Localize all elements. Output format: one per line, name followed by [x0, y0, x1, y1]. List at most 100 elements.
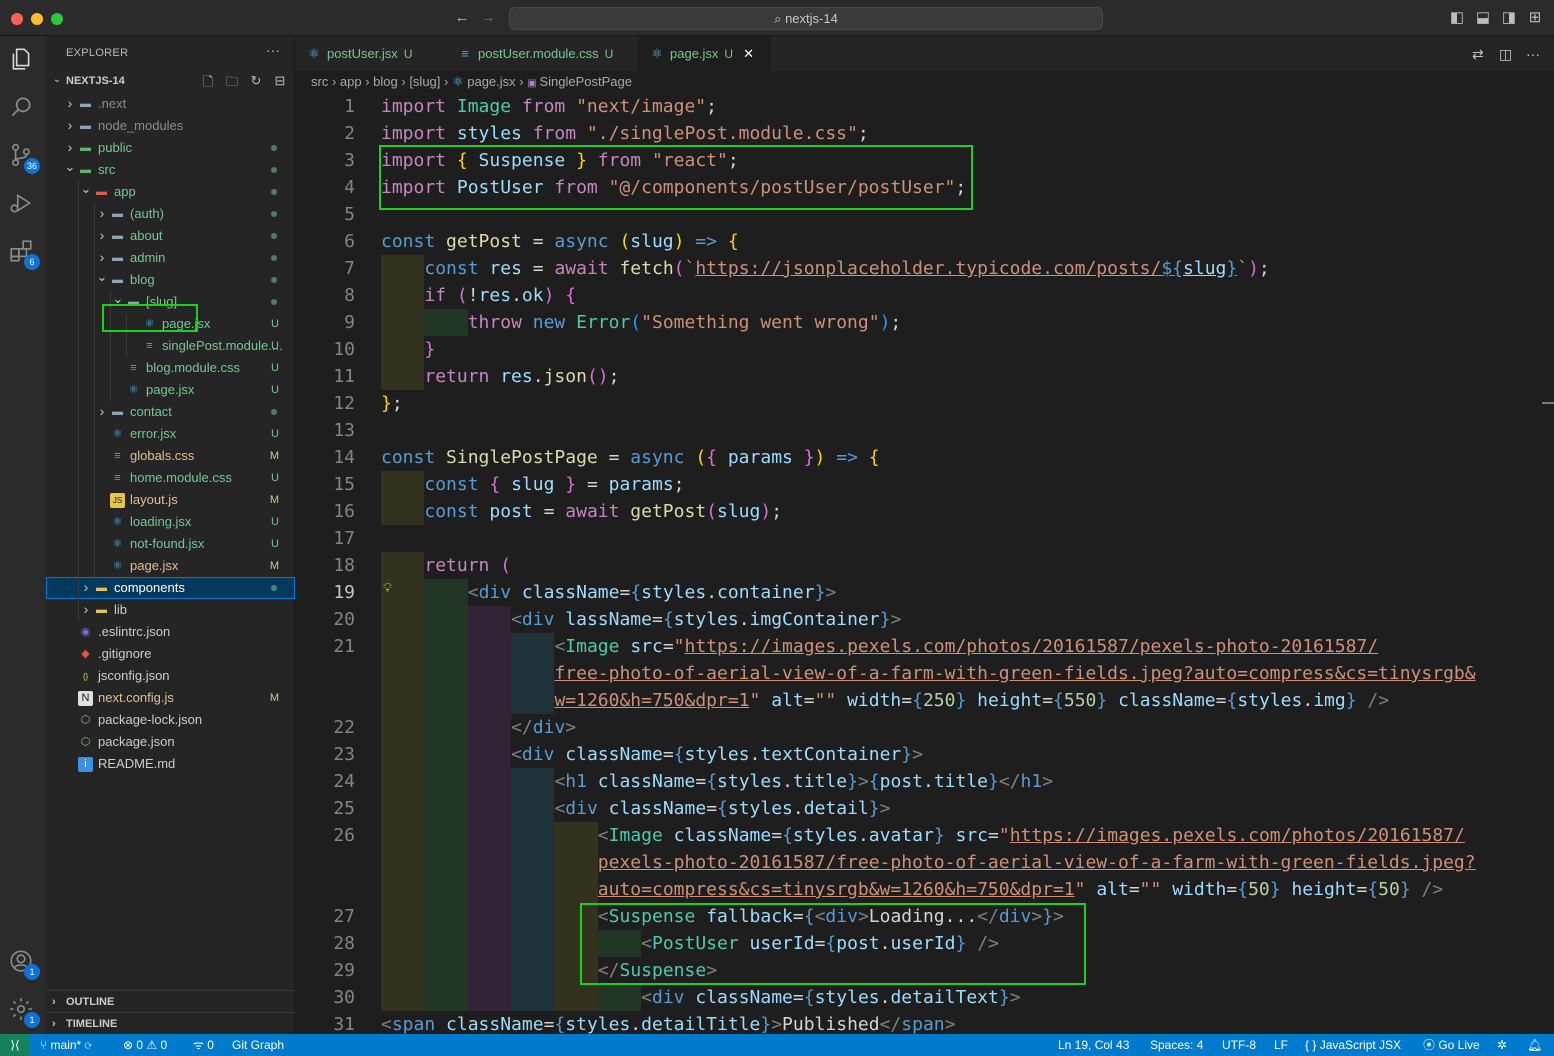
breadcrumb-item[interactable]: app — [340, 74, 362, 89]
indentation[interactable]: Spaces: 4 — [1150, 1034, 1203, 1056]
code-text[interactable]: <h1 className={styles.title}>{post.title… — [554, 768, 1053, 795]
code-text[interactable]: return ( — [424, 552, 511, 579]
editor-tab[interactable]: ⚛ postUser.jsx U — [295, 36, 446, 71]
editor-tab[interactable]: ⚛ page.jsx U ✕ — [638, 36, 771, 71]
close-icon[interactable]: ✕ — [743, 46, 754, 61]
language-mode[interactable]: { } JavaScript JSX — [1305, 1034, 1401, 1056]
code-text[interactable]: <div lassName={styles.imgContainer}> — [511, 606, 901, 633]
branch-indicator[interactable]: ⑂ main* ⟳ — [40, 1034, 92, 1056]
outline-section[interactable]: › OUTLINE — [46, 990, 295, 1012]
code-text[interactable]: <div className={styles.detail}> — [554, 795, 890, 822]
explorer-icon[interactable] — [8, 46, 38, 76]
source-control-icon[interactable]: 36 — [8, 142, 40, 174]
maximize-window-button[interactable] — [51, 13, 63, 25]
code-text[interactable]: const getPost = async (slug) => { — [381, 228, 739, 255]
breadcrumb-item[interactable]: blog — [373, 74, 398, 89]
new-file-icon[interactable]: 🗋 — [199, 73, 217, 89]
tree-item[interactable]: ⚛ page.jsx U — [46, 304, 295, 335]
tree-item[interactable]: i README.md — [46, 753, 295, 775]
lightbulb-icon[interactable]: 💡︎ — [383, 575, 392, 602]
tree-item[interactable]: ≡ home.module.css U — [46, 467, 295, 489]
end-of-line[interactable]: LF — [1274, 1034, 1288, 1056]
tree-item[interactable]: ⚛ not-found.jsx U — [46, 533, 295, 555]
code-text[interactable]: <Image className={styles.avatar} src="ht… — [598, 822, 1465, 849]
problems-indicator[interactable]: ⊗ 0 ⚠ 0 — [123, 1034, 167, 1056]
tree-item[interactable]: ⚛ loading.jsx U — [46, 511, 295, 533]
code-text[interactable]: <span className={styles.detailTitle}>Pub… — [381, 1011, 955, 1034]
code-text[interactable]: }; — [381, 390, 403, 417]
tree-item[interactable]: ⚛ page.jsx M — [46, 555, 295, 577]
split-editor-icon[interactable]: ◫ — [1499, 46, 1512, 63]
code-text[interactable]: </div> — [511, 714, 576, 741]
tree-item[interactable]: ⬡ package.json — [46, 731, 295, 753]
code-text[interactable]: import styles from "./singlePost.module.… — [381, 120, 869, 147]
code-text[interactable]: <div className={styles.container}> — [468, 579, 837, 606]
collapse-all-icon[interactable]: ⊟ — [271, 73, 289, 89]
code-text[interactable]: <div className={styles.detailText}> — [641, 984, 1020, 1011]
code-text[interactable]: const res = await fetch(`https://jsonpla… — [424, 255, 1269, 282]
close-window-button[interactable] — [11, 13, 23, 25]
breadcrumb-item[interactable]: page.jsx — [467, 74, 515, 89]
refresh-icon[interactable]: ↻ — [247, 73, 265, 89]
tree-item[interactable]: ⌄ ▬ app — [46, 181, 295, 203]
encoding[interactable]: UTF-8 — [1222, 1034, 1256, 1056]
ports-indicator[interactable]: ᯤ 0 — [193, 1034, 214, 1056]
forward-arrow-icon[interactable]: → — [478, 8, 498, 28]
compare-changes-icon[interactable]: ⇄ — [1472, 46, 1484, 63]
minimize-window-button[interactable] — [31, 13, 43, 25]
tree-item[interactable]: › ▬ lib — [46, 599, 295, 621]
code-text[interactable]: w=1260&h=750&dpr=1" alt="" width={250} h… — [554, 687, 1389, 714]
tree-item[interactable]: ≡ globals.css M — [46, 445, 295, 467]
code-text[interactable]: <div className={styles.textContainer}> — [511, 741, 923, 768]
tree-item[interactable]: › ▬ contact — [46, 401, 295, 423]
tree-item[interactable]: › ▬ .next — [46, 93, 295, 115]
breadcrumb-item[interactable]: [slug] — [409, 74, 440, 89]
tree-item[interactable]: JS layout.js M — [46, 489, 295, 511]
tree-item[interactable]: ⌄ ▬ src — [46, 159, 295, 181]
tree-item[interactable]: Nnext.config.js M — [46, 687, 295, 709]
editor-tab[interactable]: ≡ postUser.module.css U — [446, 36, 638, 71]
code-text[interactable]: throw new Error("Something went wrong"); — [468, 309, 902, 336]
code-text[interactable]: free-photo-of-aerial-view-of-a-farm-with… — [554, 660, 1475, 687]
go-live-button[interactable]: ⦿ Go Live — [1423, 1034, 1480, 1056]
back-arrow-icon[interactable]: ← — [452, 8, 472, 28]
run-debug-icon[interactable] — [8, 190, 38, 220]
tree-item[interactable]: ⚛ page.jsx U — [46, 379, 295, 401]
accounts-icon[interactable]: 1 — [8, 948, 40, 980]
more-actions-icon[interactable]: ··· — [266, 42, 280, 58]
code-text[interactable]: return res.json(); — [424, 363, 619, 390]
tree-item[interactable]: ≡ blog.module.css U — [46, 357, 295, 379]
tree-item[interactable]: {} jsconfig.json — [46, 665, 295, 687]
project-header[interactable]: ⌄ NEXTJS-14 🗋 🗀 ↻ ⊟ — [46, 70, 295, 92]
tree-item[interactable]: › ▬ (auth) — [46, 203, 295, 225]
code-text[interactable]: pexels-photo-20161587/free-photo-of-aeri… — [598, 849, 1476, 876]
code-text[interactable]: auto=compress&cs=tinysrgb&w=1260&h=750&d… — [598, 876, 1443, 903]
tree-item[interactable]: › ▬ about — [46, 225, 295, 247]
customize-layout-icon[interactable]: ⊞ — [1525, 8, 1545, 28]
extensions-icon[interactable]: 6 — [8, 238, 40, 270]
code-text[interactable]: } — [424, 336, 435, 363]
code-text[interactable]: const post = await getPost(slug); — [424, 498, 782, 525]
tree-item[interactable]: ≡ singlePost.module.... U — [46, 335, 295, 357]
new-folder-icon[interactable]: 🗀 — [223, 73, 241, 89]
remote-icon[interactable]: ⟩⟨ — [0, 1034, 30, 1056]
git-graph-button[interactable]: Git Graph — [232, 1034, 284, 1056]
tree-item[interactable]: › ▬ node_modules — [46, 115, 295, 137]
breadcrumb-item[interactable]: src — [311, 74, 328, 89]
tree-item[interactable]: ⬡ package-lock.json — [46, 709, 295, 731]
code-text[interactable]: const { slug } = params; — [424, 471, 684, 498]
tree-item[interactable]: ⌄ ▬ blog — [46, 269, 295, 291]
search-view-icon[interactable] — [8, 94, 38, 124]
manage-gear-icon[interactable]: 1 — [8, 996, 40, 1028]
notifications-bell-icon[interactable]: 🔔︎ — [1527, 1034, 1542, 1056]
code-text[interactable]: <Image src="https://images.pexels.com/ph… — [554, 633, 1378, 660]
code-editor[interactable]: 1 import Image from "next/image"; 2 import … — [295, 93, 1554, 1034]
tree-item[interactable]: ⚛ error.jsx U — [46, 423, 295, 445]
code-text[interactable]: const SinglePostPage = async ({ params }… — [381, 444, 880, 471]
tree-item[interactable]: › ▬ public — [46, 137, 295, 159]
feedback-icon[interactable]: ✲ — [1497, 1034, 1507, 1056]
command-center-search[interactable]: ⌕ nextjs-14 — [509, 7, 1103, 30]
editor-more-icon[interactable]: ··· — [1526, 46, 1540, 62]
cursor-position[interactable]: Ln 19, Col 43 — [1058, 1034, 1129, 1056]
tree-item[interactable]: › ▬ components — [46, 577, 295, 599]
